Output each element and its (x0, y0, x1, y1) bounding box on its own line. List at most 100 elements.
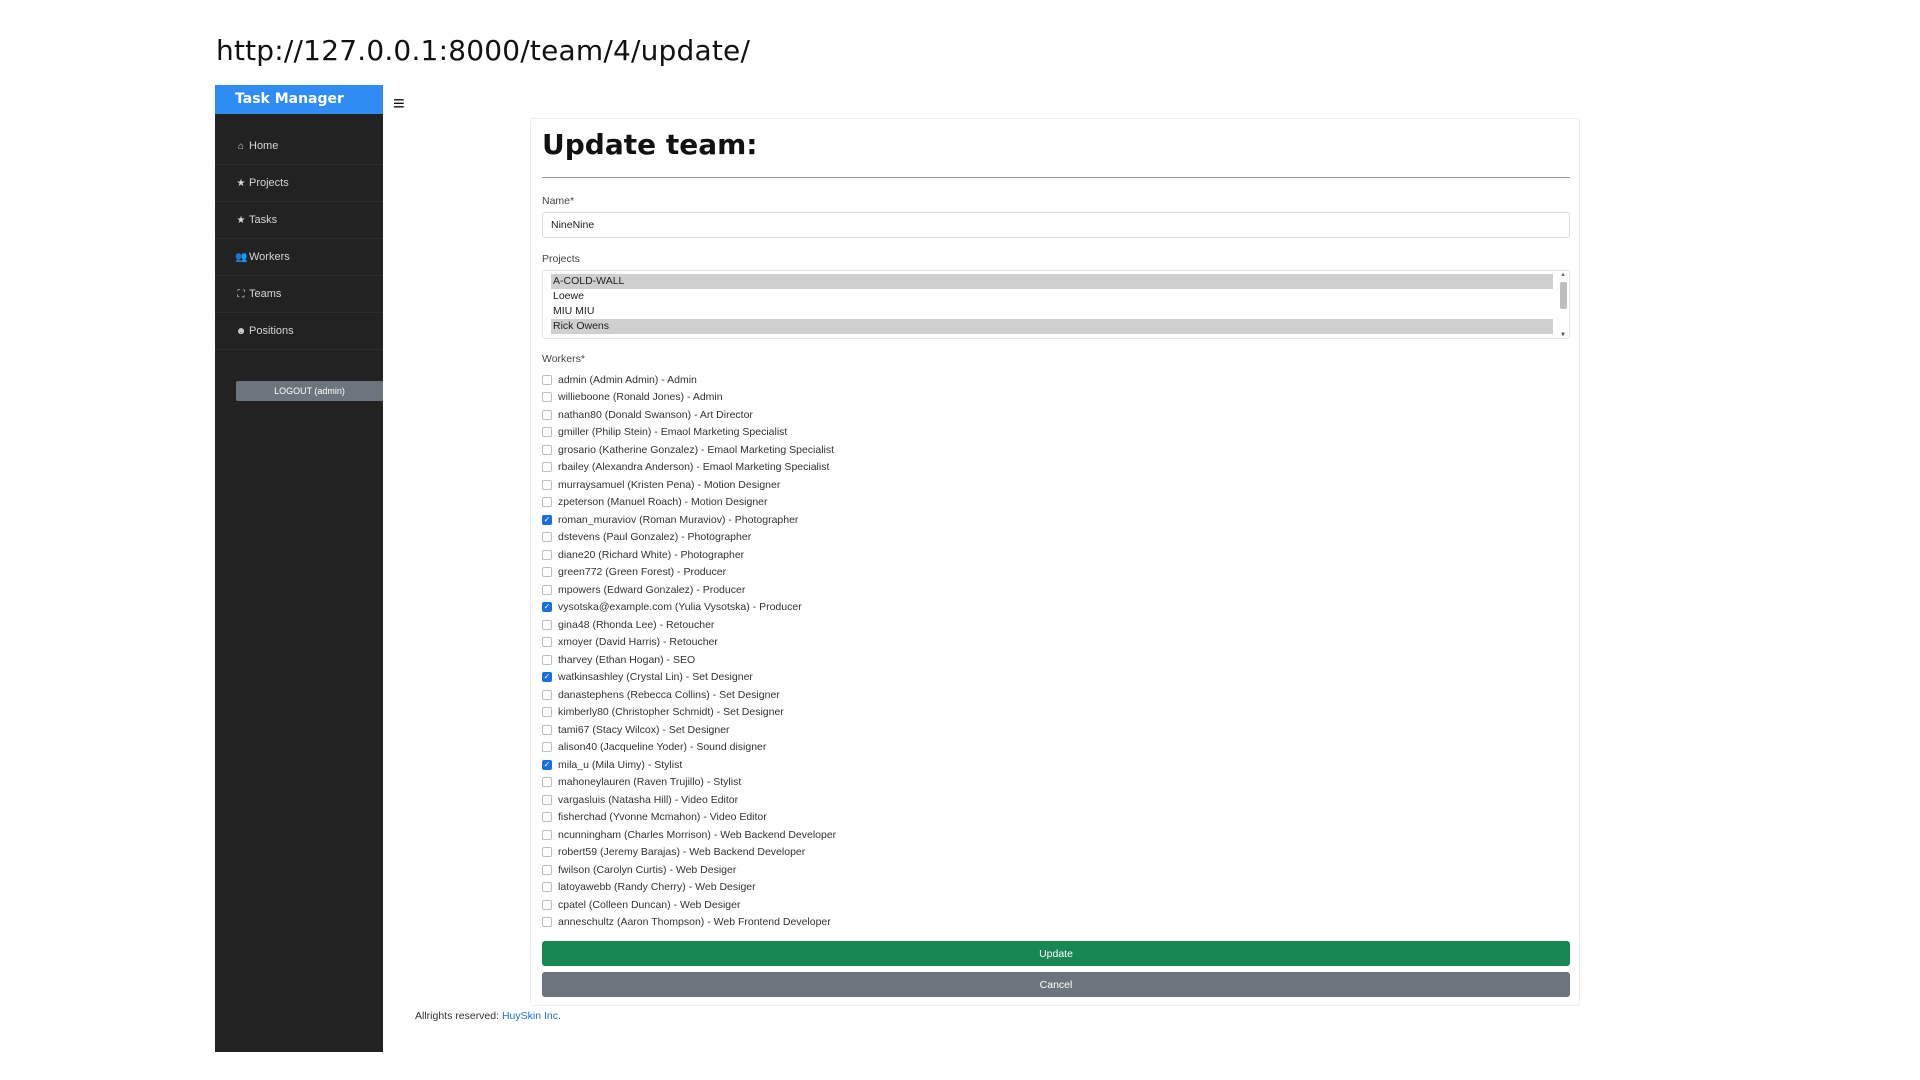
project-option[interactable]: Loewe (551, 289, 1553, 304)
checkbox[interactable] (542, 654, 552, 665)
checkbox[interactable] (542, 777, 552, 788)
worker-label: robert59 (Jeremy Barajas) - Web Backend … (558, 846, 806, 859)
worker-option[interactable]: ✓ vysotska@example.com (Yulia Vysotska) -… (542, 599, 836, 617)
scroll-up-icon[interactable]: ▲ (1560, 272, 1566, 278)
checkbox[interactable] (542, 917, 552, 928)
name-input[interactable] (542, 212, 1570, 238)
sidebar-item-positions[interactable]: ☻ Positions (215, 313, 383, 350)
worker-option[interactable]: diane20 (Richard White) - Photographer (542, 546, 836, 564)
checkbox[interactable] (542, 409, 552, 420)
worker-option[interactable]: nathan80 (Donald Swanson) - Art Director (542, 406, 836, 424)
worker-option[interactable]: mpowers (Edward Gonzalez) - Producer (542, 581, 836, 599)
checkbox[interactable] (542, 812, 552, 823)
logout-button[interactable]: LOGOUT (admin) (236, 381, 383, 401)
checkbox[interactable] (542, 637, 552, 648)
footer-text: Allrights reserved: (415, 1010, 500, 1022)
worker-option[interactable]: gmiller (Philip Stein) - Emaol Marketing… (542, 424, 836, 442)
worker-option[interactable]: fwilson (Carolyn Curtis) - Web Desiger (542, 861, 836, 879)
worker-option[interactable]: kimberly80 (Christopher Schmidt) - Set D… (542, 704, 836, 722)
worker-option[interactable]: murraysamuel (Kristen Pena) - Motion Des… (542, 476, 836, 494)
worker-option[interactable]: tami67 (Stacy Wilcox) - Set Designer (542, 721, 836, 739)
footer-link[interactable]: HuySkin Inc. (502, 1010, 561, 1022)
checkbox[interactable] (542, 374, 552, 385)
checkbox[interactable] (542, 742, 552, 753)
checkbox-checked[interactable]: ✓ (542, 672, 552, 683)
worker-option[interactable]: green772 (Green Forest) - Producer (542, 564, 836, 582)
worker-option[interactable]: willieboone (Ronald Jones) - Admin (542, 389, 836, 407)
checkbox[interactable] (542, 724, 552, 735)
brand-title[interactable]: Task Manager (215, 85, 383, 114)
checkbox-checked[interactable]: ✓ (542, 514, 552, 525)
projects-scrollbar[interactable]: ▲ ▼ (1558, 272, 1568, 338)
sidebar-item-tasks[interactable]: ★ Tasks (215, 202, 383, 239)
checkbox[interactable] (542, 462, 552, 473)
worker-option[interactable]: xmoyer (David Harris) - Retoucher (542, 634, 836, 652)
sidebar-item-projects[interactable]: ★ Projects (215, 165, 383, 202)
worker-option[interactable]: ✓ mila_u (Mila Uimy) - Stylist (542, 756, 836, 774)
worker-option[interactable]: mahoneylauren (Raven Trujillo) - Stylist (542, 774, 836, 792)
cancel-button[interactable]: Cancel (542, 972, 1570, 997)
checkbox[interactable] (542, 882, 552, 893)
worker-option[interactable]: ✓ roman_muraviov (Roman Muraviov) - Photo… (542, 511, 836, 529)
sidebar-item-home[interactable]: ⌂ Home (215, 128, 383, 165)
checkbox[interactable] (542, 829, 552, 840)
checkbox[interactable] (542, 864, 552, 875)
checkbox[interactable] (542, 847, 552, 858)
worker-option[interactable]: rbailey (Alexandra Anderson) - Emaol Mar… (542, 459, 836, 477)
checkbox[interactable] (542, 584, 552, 595)
worker-option[interactable]: danastephens (Rebecca Collins) - Set Des… (542, 686, 836, 704)
project-option[interactable]: Rick Owens (551, 319, 1553, 334)
worker-option[interactable]: latoyawebb (Randy Cherry) - Web Desiger (542, 879, 836, 897)
worker-label: vargasluis (Natasha Hill) - Video Editor (558, 793, 739, 806)
worker-option[interactable]: ✓ watkinsashley (Crystal Lin) - Set Desig… (542, 669, 836, 687)
checkbox-checked[interactable]: ✓ (542, 759, 552, 770)
worker-option[interactable]: gina48 (Rhonda Lee) - Retoucher (542, 616, 836, 634)
checkbox[interactable] (542, 899, 552, 910)
checkbox[interactable] (542, 619, 552, 630)
worker-option[interactable]: vargasluis (Natasha Hill) - Video Editor (542, 791, 836, 809)
project-option[interactable]: MIU MIU (551, 304, 1553, 319)
worker-option[interactable]: dstevens (Paul Gonzalez) - Photographer (542, 529, 836, 547)
checkbox[interactable] (542, 549, 552, 560)
projects-multiselect[interactable]: ▲ ▼ A-COLD-WALL Loewe MIU MIU Rick Owens (542, 270, 1570, 339)
worker-option[interactable]: ncunningham (Charles Morrison) - Web Bac… (542, 826, 836, 844)
checkbox[interactable] (542, 427, 552, 438)
update-button[interactable]: Update (542, 941, 1570, 966)
checkbox-checked[interactable]: ✓ (542, 602, 552, 613)
worker-option[interactable]: alison40 (Jacqueline Yoder) - Sound disi… (542, 739, 836, 757)
sidebar-item-teams[interactable]: ⛶ Teams (215, 276, 383, 313)
checkbox[interactable] (542, 497, 552, 508)
hamburger-icon[interactable]: ≡ (393, 94, 405, 114)
worker-option[interactable]: fisherchad (Yvonne Mcmahon) - Video Edit… (542, 809, 836, 827)
sidebar-item-label: Teams (249, 288, 282, 300)
project-option[interactable]: A-COLD-WALL (551, 274, 1553, 289)
worker-label: nathan80 (Donald Swanson) - Art Director (558, 408, 753, 421)
checkbox[interactable] (542, 689, 552, 700)
worker-option[interactable]: grosario (Katherine Gonzalez) - Emaol Ma… (542, 441, 836, 459)
worker-option[interactable]: cpatel (Colleen Duncan) - Web Desiger (542, 896, 836, 914)
worker-label: kimberly80 (Christopher Schmidt) - Set D… (558, 706, 784, 719)
checkbox[interactable] (542, 392, 552, 403)
checkbox[interactable] (542, 707, 552, 718)
checkbox[interactable] (542, 444, 552, 455)
checkbox[interactable] (542, 794, 552, 805)
sidebar-item-label: Positions (249, 325, 294, 337)
sidebar-item-workers[interactable]: 👥 Workers (215, 239, 383, 276)
face-icon: ☻ (235, 325, 247, 337)
sidebar-item-label: Workers (249, 251, 290, 263)
scroll-down-icon[interactable]: ▼ (1560, 332, 1566, 338)
worker-option[interactable]: admin (Admin Admin) - Admin (542, 371, 836, 389)
title-divider (542, 177, 1570, 178)
sidebar: Task Manager ⌂ Home ★ Projects ★ Tasks 👥 Worker… (215, 85, 383, 1052)
worker-option[interactable]: zpeterson (Manuel Roach) - Motion Design… (542, 494, 836, 512)
worker-label: mila_u (Mila Uimy) - Stylist (558, 758, 683, 771)
worker-option[interactable]: anneschultz (Aaron Thompson) - Web Front… (542, 914, 836, 932)
checkbox[interactable] (542, 532, 552, 543)
checkbox[interactable] (542, 479, 552, 490)
worker-label: xmoyer (David Harris) - Retoucher (558, 636, 718, 649)
worker-option[interactable]: robert59 (Jeremy Barajas) - Web Backend … (542, 844, 836, 862)
checkbox[interactable] (542, 567, 552, 578)
star-icon: ★ (236, 177, 246, 189)
worker-option[interactable]: tharvey (Ethan Hogan) - SEO (542, 651, 836, 669)
scrollbar-thumb[interactable] (1560, 282, 1567, 309)
